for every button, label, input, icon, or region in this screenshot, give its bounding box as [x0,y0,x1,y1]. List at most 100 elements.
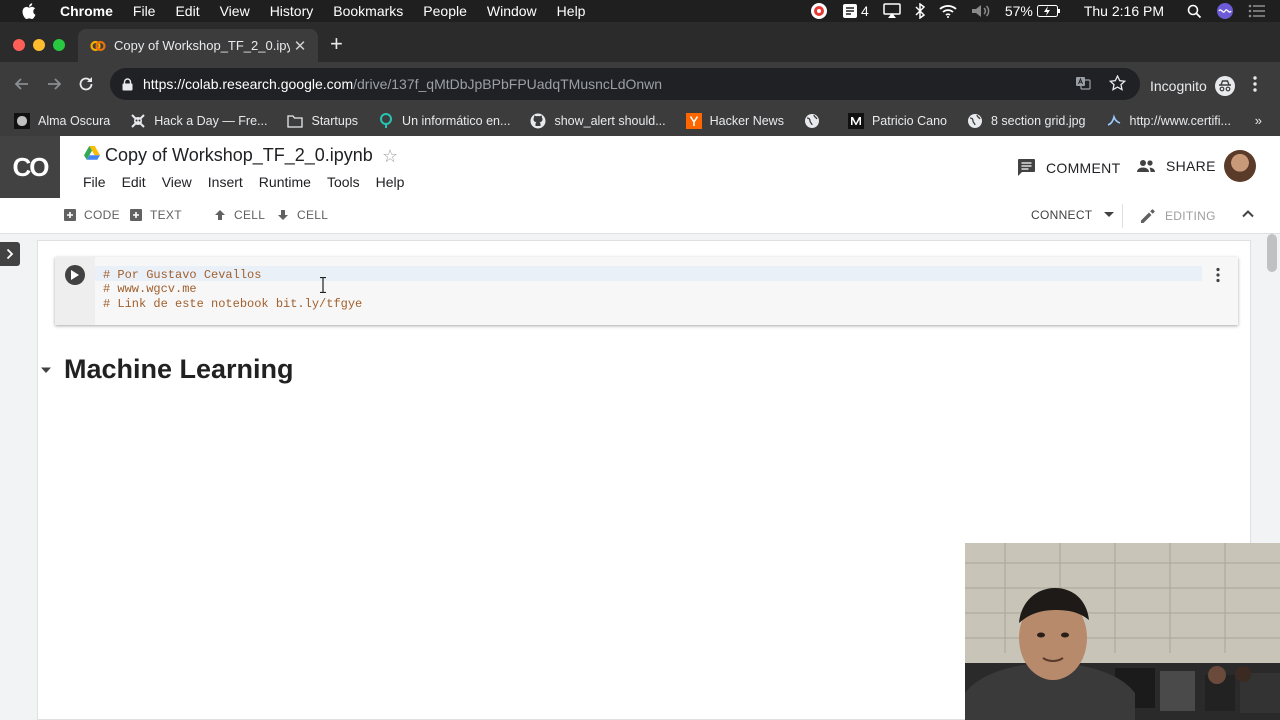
apple-logo-icon[interactable] [18,3,40,19]
menu-app-name[interactable]: Chrome [50,3,123,19]
chrome-menu-icon[interactable] [1252,75,1258,98]
run-cell-button[interactable] [65,265,85,285]
window-close-button[interactable] [13,39,25,51]
collapse-section-icon[interactable] [40,366,52,374]
code-line: # Link de este notebook bit.ly/tfgye [103,296,363,311]
code-cell[interactable]: # Por Gustavo Cevallos # www.wgcv.me # L… [55,257,1238,325]
notebook-toolbar: CODE TEXT CELL CELL CONNECT EDITING [0,198,1280,234]
tab-close-icon[interactable]: ✕ [290,37,310,55]
cell-more-options-icon[interactable] [1215,267,1221,288]
bookmark-label: Alma Oscura [38,114,111,128]
spotlight-search-icon[interactable] [1187,4,1202,19]
bookmarks-overflow-button[interactable]: » [1255,113,1262,128]
bookmark-startups-folder[interactable]: Startups [287,113,358,129]
comment-button[interactable]: COMMENT [1017,158,1120,177]
notification-count: 4 [861,3,869,19]
page-scrollbar-thumb[interactable] [1267,234,1277,272]
chevron-right-icon [6,248,14,260]
bookmark-label: Startups [311,114,359,128]
alma-oscura-icon [14,113,30,129]
notebook-menu-bar: File Edit View Insert Runtime Tools Help [83,174,420,190]
incognito-profile[interactable]: Incognito [1150,76,1235,96]
connect-runtime-button[interactable]: CONNECT [1031,208,1115,222]
google-drive-icon[interactable] [84,146,100,165]
airplay-icon[interactable] [883,3,901,19]
tab-colab-notebook[interactable]: Copy of Workshop_TF_2_0.ipynb ✕ [78,29,318,62]
nb-menu-insert[interactable]: Insert [208,174,243,190]
bookmark-alma-oscura[interactable]: Alma Oscura [14,113,110,129]
move-cell-down-button[interactable]: CELL [277,208,328,222]
menu-view[interactable]: View [210,3,260,19]
incognito-icon [1214,76,1235,96]
github-icon [530,113,546,129]
people-icon [1137,160,1155,172]
menu-bookmarks[interactable]: Bookmarks [323,3,413,19]
bookmark-github-show-alert[interactable]: show_alert should... [530,113,666,129]
translate-icon[interactable] [1075,75,1091,91]
nb-menu-view[interactable]: View [162,174,192,190]
url-path: /drive/137f_qMtDbJpBPbFPUadqTMusncLdOnwn [353,76,663,92]
sidebar-toggle-button[interactable] [0,242,20,266]
new-tab-button[interactable]: + [330,33,343,55]
add-text-cell-button[interactable]: TEXT [130,208,182,222]
bookmark-hackaday[interactable]: Hack a Day — Fre... [130,113,267,129]
menubar-status-area: 4 57% Thu 2:16 PM [803,0,1280,22]
menu-file[interactable]: File [123,3,166,19]
toolbar-divider [1122,204,1123,228]
window-maximize-button[interactable] [53,39,65,51]
notification-badge[interactable]: 4 [842,3,869,19]
tab-title: Copy of Workshop_TF_2_0.ipynb [114,38,290,53]
bookmark-label: show_alert should... [554,114,666,128]
bookmark-label: Un informático en... [402,114,511,128]
siri-icon[interactable] [1216,2,1234,20]
battery-charging-icon [1036,5,1060,17]
notification-center-icon[interactable] [1248,4,1266,18]
certifi-icon [1106,113,1122,129]
wifi-icon[interactable] [939,4,957,18]
menu-history[interactable]: History [260,3,324,19]
add-code-cell-button[interactable]: CODE [64,208,120,222]
user-avatar[interactable] [1224,150,1256,182]
folder-icon [287,113,304,129]
collapse-header-icon[interactable] [1241,207,1255,224]
menu-window[interactable]: Window [477,3,547,19]
text-cursor-icon [320,277,326,293]
menu-people[interactable]: People [413,3,477,19]
menubar-clock[interactable]: Thu 2:16 PM [1084,3,1164,19]
lock-icon[interactable] [122,77,133,91]
nb-menu-help[interactable]: Help [376,174,405,190]
move-cell-up-button[interactable]: CELL [214,208,265,222]
screen-recorder-icon[interactable] [810,2,828,20]
cell-up-label: CELL [234,208,266,222]
battery-status[interactable]: 57% [1005,3,1061,19]
bookmark-star-icon[interactable] [1109,75,1126,91]
menu-help[interactable]: Help [547,3,596,19]
share-button[interactable]: SHARE [1136,158,1216,174]
nb-menu-runtime[interactable]: Runtime [259,174,311,190]
colab-logo[interactable]: CO [0,136,60,198]
back-arrow-icon[interactable] [12,74,32,94]
bookmark-certifi[interactable]: http://www.certifi... [1106,113,1231,129]
volume-icon[interactable] [971,4,991,18]
window-minimize-button[interactable] [33,39,45,51]
cell-down-label: CELL [297,208,329,222]
nb-menu-edit[interactable]: Edit [122,174,146,190]
bookmark-globe[interactable] [804,113,828,129]
editing-mode-button[interactable]: EDITING [1140,208,1216,224]
bookmark-section-grid[interactable]: 8 section grid.jpg [967,113,1086,129]
address-bar[interactable]: https://colab.research.google.com/drive/… [110,68,1140,100]
star-notebook-icon[interactable]: ☆ [382,146,398,167]
bluetooth-icon[interactable] [915,3,925,19]
bookmark-patricio-cano[interactable]: Patricio Cano [847,113,947,129]
nb-menu-file[interactable]: File [83,174,106,190]
plus-box-icon [64,209,76,221]
notebook-title[interactable]: Copy of Workshop_TF_2_0.ipynb [105,145,373,166]
menu-edit[interactable]: Edit [165,3,209,19]
editing-label: EDITING [1165,209,1216,223]
forward-arrow-icon[interactable] [44,74,64,94]
bookmark-hacker-news[interactable]: Hacker News [685,113,784,129]
bookmark-informatico[interactable]: Un informático en... [378,113,510,129]
bookmark-label: 8 section grid.jpg [991,114,1086,128]
nb-menu-tools[interactable]: Tools [327,174,360,190]
reload-icon[interactable] [76,74,96,94]
